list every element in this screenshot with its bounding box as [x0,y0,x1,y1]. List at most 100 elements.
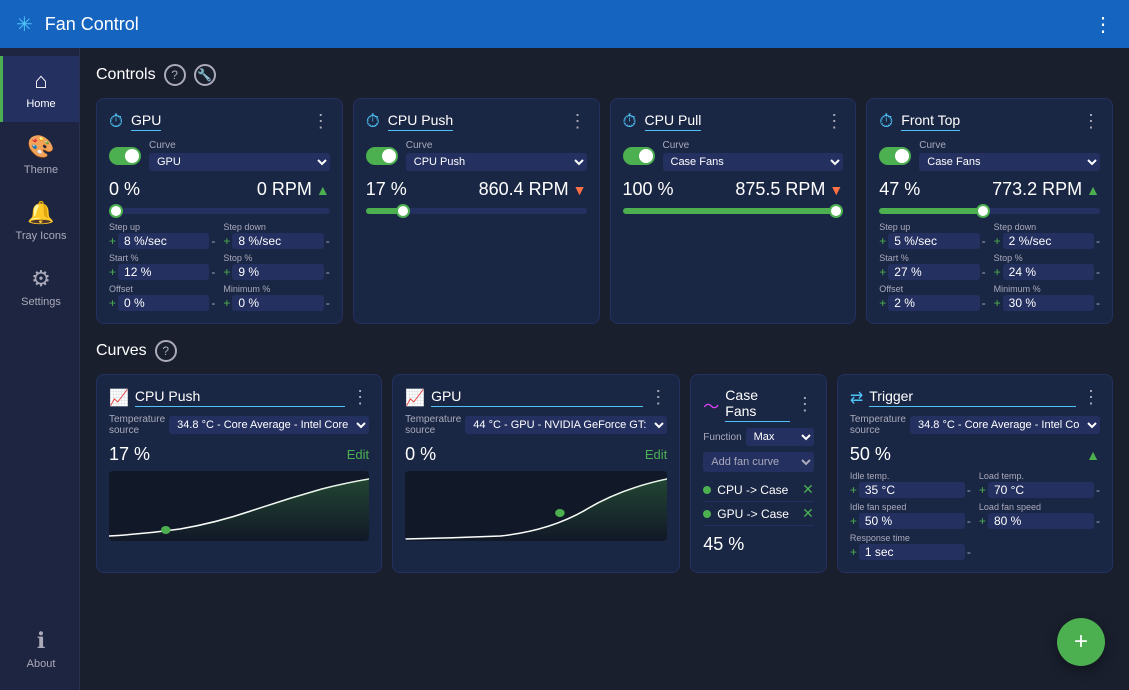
cpu-pull-rpm: 875.5 RPM ▼ [735,179,843,200]
cpu-push-curve-select[interactable]: CPU Push [406,153,587,171]
controls-settings-icon[interactable]: 🔧 [194,64,216,86]
ft-minimum-minus[interactable]: - [1096,297,1100,309]
titlebar-menu-button[interactable]: ⋮ [1093,12,1113,37]
trigger-fields: Idle temp. + 35 °C - Load temp. + 70 °C … [850,471,1100,560]
front-top-card-menu[interactable]: ⋮ [1082,111,1100,132]
ft-stop-plus[interactable]: + [994,266,1001,278]
trig-load-temp-minus[interactable]: - [1096,484,1100,496]
controls-help-icon[interactable]: ? [164,64,186,86]
add-fab-button[interactable]: + [1057,618,1105,666]
front-top-curve-select[interactable]: Case Fans [919,153,1100,171]
trig-response-minus[interactable]: - [967,546,971,558]
gpu-curve-temp-select[interactable]: 44 °C - GPU - NVIDIA GeForce GT: [465,416,667,434]
ft-offset-minus[interactable]: - [982,297,986,309]
ft-stepdown-plus[interactable]: + [994,235,1001,247]
cpu-pull-toggle[interactable] [623,147,655,165]
gpu-curve-select[interactable]: GPU [149,153,330,171]
ft-offset-plus[interactable]: + [879,297,886,309]
trig-load-speed-minus[interactable]: - [1096,515,1100,527]
gpu-stepup-plus[interactable]: + [109,235,116,247]
trigger-pct: 50 % [850,444,891,465]
cpu-pull-arrow-icon: ▼ [829,182,843,198]
gpu-toggle[interactable] [109,147,141,165]
gpu-stop-plus[interactable]: + [223,266,230,278]
cpu-push-curve-edit[interactable]: Edit [347,447,369,462]
about-icon: ℹ [37,628,45,654]
ft-stop-minus[interactable]: - [1096,266,1100,278]
gpu-slider[interactable] [109,208,330,214]
gpu-offset-plus[interactable]: + [109,297,116,309]
sidebar-item-theme[interactable]: 🎨 Theme [0,122,79,188]
trig-load-speed-plus[interactable]: + [979,515,986,527]
case-fans-function-select[interactable]: Max [746,428,814,446]
trig-load-temp-plus[interactable]: + [979,484,986,496]
gpu-stop-minus[interactable]: - [326,266,330,278]
case-fans-curve-icon: 〜 [703,393,719,417]
gpu-card-menu[interactable]: ⋮ [312,111,330,132]
cpu-push-arrow-icon: ▼ [573,182,587,198]
cpu-push-toggle[interactable] [366,147,398,165]
trig-idle-speed-plus[interactable]: + [850,515,857,527]
app-title: Fan Control [45,14,1093,35]
trig-response-value: 1 sec [859,544,965,560]
sidebar-item-home[interactable]: ⌂ Home [0,56,79,122]
cpu-push-gauge-icon: ⏱ [366,111,380,132]
ft-start-minus[interactable]: - [982,266,986,278]
add-fan-select[interactable]: Add fan curve [703,452,814,472]
controls-grid: ⏱ GPU ⋮ Curve GPU 0 % 0 RPM ▲ [96,98,1113,324]
gpu-stepup-minus[interactable]: - [211,235,215,247]
gpu-curve-edit[interactable]: Edit [645,447,667,462]
ft-stepup-minus[interactable]: - [982,235,986,247]
settings-icon: ⚙ [31,266,51,292]
ft-stepdown-minus[interactable]: - [1096,235,1100,247]
cpu-push-slider[interactable] [366,208,587,214]
cpu-pull-card-title: CPU Pull [645,112,702,131]
gpu-offset-minus[interactable]: - [211,297,215,309]
gpu-minimum-plus[interactable]: + [223,297,230,309]
trig-idle-speed-minus[interactable]: - [967,515,971,527]
gpu-curve-menu[interactable]: ⋮ [649,387,667,408]
curves-help-icon[interactable]: ? [155,340,177,362]
trigger-arrow: ▲ [1086,447,1100,463]
gpu-case-remove[interactable]: ✕ [802,505,814,522]
gpu-stepdown-plus[interactable]: + [223,235,230,247]
trig-idle-temp-plus[interactable]: + [850,484,857,496]
trigger-curve-icon: ⇄ [850,388,863,408]
cpu-push-curve-menu[interactable]: ⋮ [351,387,369,408]
cpu-push-curve-title: CPU Push [135,388,345,407]
gpu-minimum-minus[interactable]: - [326,297,330,309]
cpu-pull-slider[interactable] [623,208,844,214]
sidebar-item-tray-icons[interactable]: 🔔 Tray Icons [0,188,79,254]
case-fans-curve-menu[interactable]: ⋮ [796,394,814,415]
cpu-case-remove[interactable]: ✕ [802,481,814,498]
front-top-toggle[interactable] [879,147,911,165]
gpu-curve-card: 📈 GPU ⋮ Temperature source 44 °C - GPU -… [392,374,680,573]
sidebar-item-about[interactable]: ℹ About [0,616,79,682]
front-top-slider[interactable] [879,208,1100,214]
front-top-rpm: 773.2 RPM ▲ [992,179,1100,200]
gpu-start-minus[interactable]: - [211,266,215,278]
ft-stepup-plus[interactable]: + [879,235,886,247]
cpu-pull-gauge-icon: ⏱ [623,111,637,132]
ft-start-plus[interactable]: + [879,266,886,278]
cpu-push-card-menu[interactable]: ⋮ [569,111,587,132]
trigger-temp-select[interactable]: 34.8 °C - Core Average - Intel Co [910,416,1100,434]
theme-icon: 🎨 [27,134,54,160]
cpu-push-temp-select[interactable]: 34.8 °C - Core Average - Intel Core [169,416,369,434]
case-fans-function-label: Function [703,432,741,443]
curves-grid: 📈 CPU Push ⋮ Temperature source 34.8 °C … [96,374,1113,573]
curves-title: Curves [96,342,147,360]
gpu-start-value: 12 % [118,264,209,280]
trig-response-plus[interactable]: + [850,546,857,558]
trigger-curve-menu[interactable]: ⋮ [1082,387,1100,408]
gpu-stepdown-minus[interactable]: - [326,235,330,247]
ft-minimum-plus[interactable]: + [994,297,1001,309]
gpu-curve-temp-label: Temperature source [405,414,461,436]
sidebar-item-settings[interactable]: ⚙ Settings [0,254,79,320]
fan-curve-item-cpu-case: CPU -> Case ✕ [703,478,814,502]
gpu-control-card: ⏱ GPU ⋮ Curve GPU 0 % 0 RPM ▲ [96,98,343,324]
cpu-pull-curve-select[interactable]: Case Fans [663,153,844,171]
trig-idle-temp-minus[interactable]: - [967,484,971,496]
gpu-start-plus[interactable]: + [109,266,116,278]
cpu-pull-card-menu[interactable]: ⋮ [825,111,843,132]
